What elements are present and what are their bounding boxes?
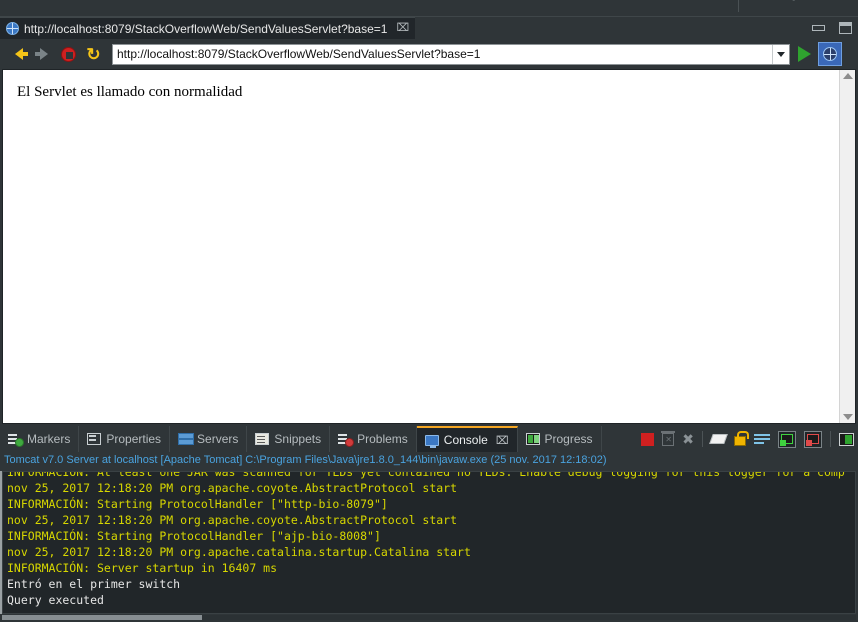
ide-top-strip: Quick Access	[0, 0, 858, 16]
browser-nav-group: ↻	[0, 41, 106, 67]
bottom-panel: Markers Properties Servers Snippets Prob…	[0, 426, 858, 622]
console-screen-glyph	[781, 434, 793, 444]
log-line: INFORMACIÓN: At least one JAR was scanne…	[7, 471, 845, 479]
browser-toolbar: ↻ http://localhost:8079/StackOverflowWeb…	[0, 39, 858, 69]
eraser-icon[interactable]	[709, 434, 728, 444]
panel-tab-row: Markers Properties Servers Snippets Prob…	[0, 426, 858, 452]
page-body: El Servlet es llamado con normalidad	[3, 70, 839, 423]
log-line: nov 25, 2017 12:18:20 PM org.apache.coyo…	[7, 513, 458, 527]
tab-markers-label: Markers	[27, 432, 71, 446]
page-text: El Servlet es llamado con normalidad	[17, 84, 243, 100]
log-line: INFORMACIÓN: Starting ProtocolHandler ["…	[7, 529, 381, 543]
tab-progress[interactable]: Progress	[518, 426, 602, 452]
tab-properties[interactable]: Properties	[79, 426, 171, 452]
editor-tab-row: http://localhost:8079/StackOverflowWeb/S…	[0, 17, 858, 39]
tab-problems[interactable]: Problems	[330, 426, 417, 452]
log-line: INFORMACIÓN: Server startup in 16407 ms	[7, 561, 278, 575]
chevron-down-icon	[777, 51, 785, 57]
word-wrap-icon[interactable]	[754, 433, 770, 445]
tab-problems-label: Problems	[357, 432, 408, 446]
tab-console[interactable]: Console ⌧	[416, 426, 518, 452]
scroll-up-arrow-icon[interactable]	[842, 73, 853, 79]
tab-servers[interactable]: Servers	[170, 426, 248, 452]
double-x-icon[interactable]: ✖	[682, 432, 694, 446]
lock-icon[interactable]	[734, 430, 749, 446]
properties-icon	[87, 433, 102, 445]
console-output[interactable]: INFORMACIÓN: At least one JAR was scanne…	[2, 471, 856, 614]
servers-icon	[178, 433, 195, 445]
editor-tab-browser[interactable]: http://localhost:8079/StackOverflowWeb/S…	[0, 17, 416, 39]
log-line: INFORMACIÓN: Starting ProtocolHandler ["…	[7, 497, 388, 511]
console-toolbar: ✖	[641, 426, 854, 452]
close-icon[interactable]: ⌧	[396, 23, 409, 34]
console-icon	[424, 434, 439, 448]
maximize-icon[interactable]	[839, 22, 852, 34]
log-line: Entró en el primer switch	[7, 577, 181, 591]
console-screen-glyph	[807, 434, 819, 444]
browser-content-area: El Servlet es llamado con normalidad	[2, 69, 856, 424]
scrollbar-thumb[interactable]	[2, 615, 202, 620]
snippets-icon	[255, 433, 270, 445]
back-button[interactable]	[6, 41, 31, 67]
url-bar[interactable]: http://localhost:8079/StackOverflowWeb/S…	[112, 43, 790, 65]
open-external-browser-button[interactable]	[818, 42, 842, 66]
back-arrow-icon	[14, 48, 28, 60]
toolbar-separator	[830, 431, 831, 447]
tab-snippets-label: Snippets	[274, 432, 322, 446]
markers-icon	[8, 433, 24, 447]
close-icon[interactable]: ⌧	[496, 434, 509, 447]
trash-x-icon[interactable]	[661, 430, 676, 446]
globe-icon	[6, 22, 19, 35]
console-green-icon[interactable]	[778, 430, 796, 448]
progress-icon	[525, 433, 540, 445]
console-header: Tomcat v7.0 Server at localhost [Apache …	[0, 452, 858, 467]
tab-console-label: Console	[443, 433, 488, 447]
minimize-icon[interactable]	[812, 25, 825, 31]
console-red-icon[interactable]	[804, 430, 822, 448]
tab-snippets[interactable]: Snippets	[247, 426, 331, 452]
stop-button[interactable]	[56, 41, 81, 67]
problems-icon	[338, 433, 355, 447]
go-button[interactable]	[790, 41, 818, 67]
vertical-scrollbar[interactable]	[839, 70, 855, 423]
scroll-down-arrow-icon[interactable]	[842, 414, 853, 420]
log-line: nov 25, 2017 12:18:20 PM org.apache.coyo…	[7, 481, 458, 495]
editor-tab-title: http://localhost:8079/StackOverflowWeb/S…	[24, 21, 388, 36]
stop-square-icon[interactable]	[641, 432, 655, 446]
toolbar-separator	[702, 431, 703, 447]
log-line: Query executed	[7, 593, 104, 607]
stop-icon	[61, 46, 76, 62]
quick-access-label: Quick Access	[788, 0, 852, 2]
refresh-icon: ↻	[86, 44, 101, 64]
tab-progress-label: Progress	[544, 432, 593, 446]
go-play-icon	[797, 46, 811, 62]
log-line: nov 25, 2017 12:18:20 PM org.apache.cata…	[7, 545, 471, 559]
quick-access-box[interactable]: Quick Access	[738, 0, 858, 12]
url-input[interactable]: http://localhost:8079/StackOverflowWeb/S…	[113, 47, 772, 61]
forward-button[interactable]	[31, 41, 56, 67]
console-horizontal-scrollbar[interactable]	[2, 615, 856, 620]
refresh-button[interactable]: ↻	[81, 41, 106, 67]
tab-properties-label: Properties	[106, 432, 162, 446]
editor-tab-window-controls	[812, 17, 852, 39]
tab-servers-label: Servers	[197, 432, 239, 446]
url-history-dropdown-button[interactable]	[772, 44, 789, 64]
tab-markers[interactable]: Markers	[0, 426, 80, 452]
open-external-browser-icon	[823, 47, 837, 61]
forward-arrow-icon	[34, 48, 48, 60]
pin-console-icon[interactable]	[839, 432, 854, 446]
